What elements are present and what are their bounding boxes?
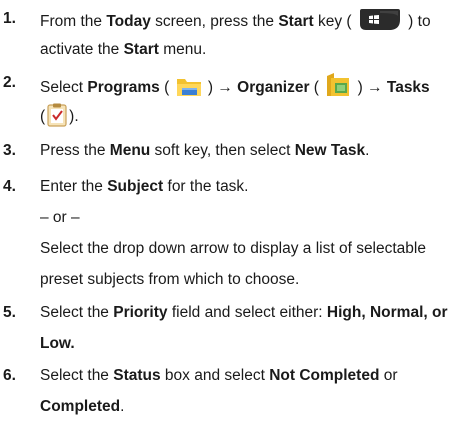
step-number: 4.	[3, 178, 16, 195]
step-number: 2.	[3, 74, 16, 91]
step-number: 5.	[3, 304, 16, 321]
step-body: Select Programs ( ) → Organizer ( ) → Ta…	[40, 72, 460, 134]
step-number: 1.	[3, 10, 16, 27]
step-line: Enter the Subject for the task.	[40, 178, 249, 195]
or-separator: – or –	[40, 209, 80, 226]
step-body: Press the Menu soft key, then select New…	[40, 140, 460, 171]
step-line: Select the drop down arrow to display a …	[40, 240, 426, 257]
organizer-folder-icon	[325, 72, 351, 104]
step-line: ().	[40, 103, 460, 127]
step-body: From the Today screen, press the Start k…	[40, 8, 460, 70]
step-number: 6.	[3, 367, 16, 384]
task-instructions: 1. From the Today screen, press the Star…	[0, 0, 462, 420]
step-line: Completed.	[40, 398, 125, 415]
step-body: Select the Status box and select Not Com…	[40, 365, 460, 427]
step-line: Select the Priority field and select eit…	[40, 304, 448, 321]
step-line: Select the Status box and select Not Com…	[40, 367, 398, 384]
step-line: Select Programs ( ) → Organizer ( ) → Ta…	[40, 72, 460, 96]
step-line: From the Today screen, press the Start k…	[40, 8, 460, 30]
step-body: Select the Priority field and select eit…	[40, 302, 460, 364]
step-line: Low.	[40, 335, 75, 352]
step-number: 3.	[3, 142, 16, 159]
tasks-clipboard-icon	[47, 103, 67, 133]
step-line: Press the Menu soft key, then select New…	[40, 142, 370, 159]
step-line: activate the Start menu.	[40, 41, 207, 58]
step-line: preset subjects from which to choose.	[40, 271, 300, 288]
step-body: Enter the Subject for the task. – or – S…	[40, 176, 460, 300]
windows-start-key-icon	[358, 8, 402, 38]
programs-folder-icon	[176, 74, 202, 104]
